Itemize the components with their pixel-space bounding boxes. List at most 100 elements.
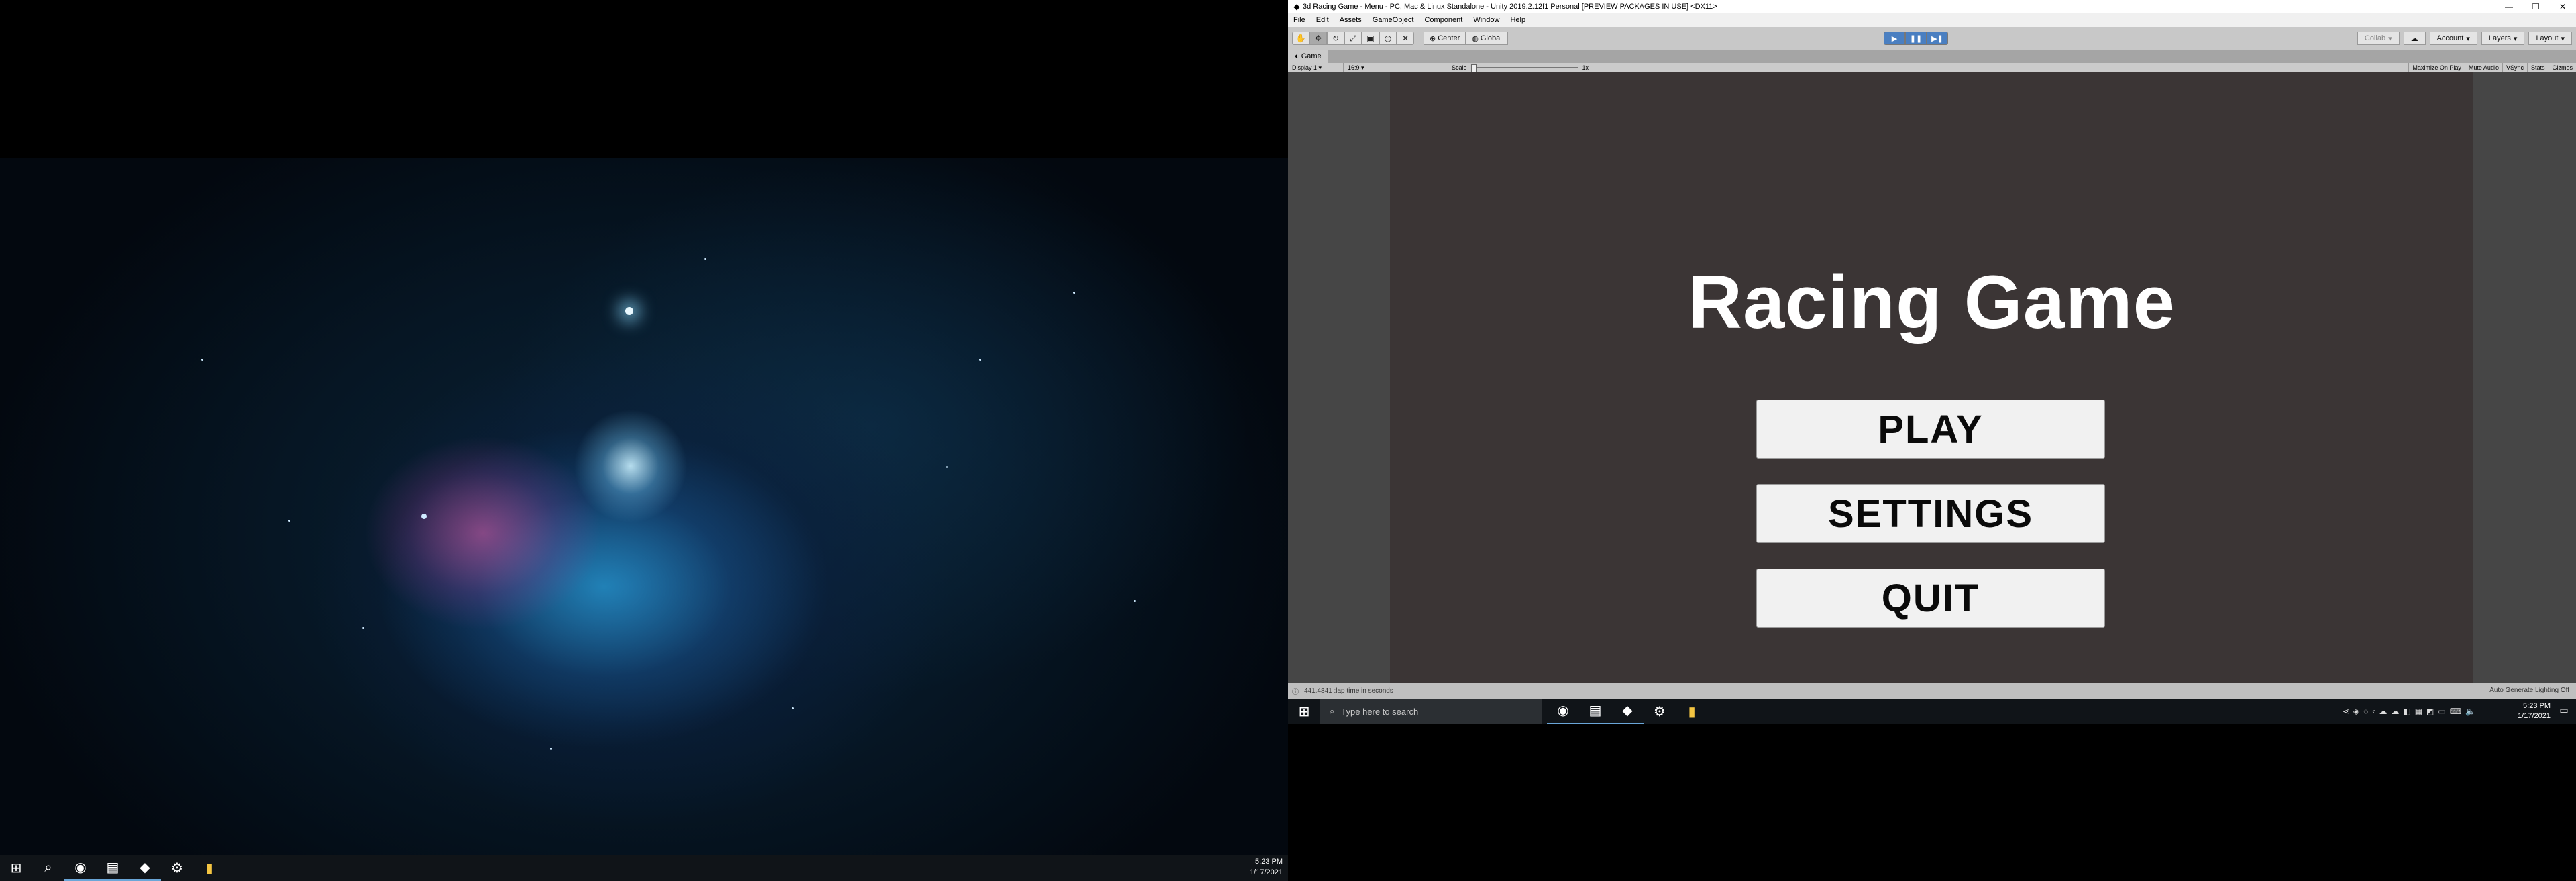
left-clock-time: 5:23 PM (1255, 858, 1283, 866)
tray-app-icon[interactable]: ◈ (2353, 707, 2359, 716)
space-toggle[interactable]: ◍ Global (1466, 32, 1508, 45)
chrome-icon[interactable]: ◉ (64, 855, 97, 881)
chrome-icon[interactable]: ◉ (1547, 699, 1579, 725)
chevron-down-icon: ▾ (2513, 34, 2518, 43)
menu-assets[interactable]: Assets (1334, 13, 1367, 27)
layout-label: Layout (2536, 34, 2559, 42)
collab-dropdown[interactable]: Collab ▾ (2357, 32, 2400, 45)
cloud-button[interactable]: ☁ (2403, 32, 2426, 45)
play-controls: ▶ ❚❚ ▶❚ (1884, 32, 1948, 45)
toggle-vsync[interactable]: VSync (2502, 63, 2527, 72)
right-taskbar-clock[interactable]: 5:23 PM 1/17/2021 (2518, 701, 2551, 721)
unity-icon[interactable]: ◆ (129, 855, 161, 881)
menu-file[interactable]: File (1288, 13, 1311, 27)
scale-slider[interactable] (1470, 64, 1578, 72)
onedrive-icon[interactable]: ☁ (2391, 707, 2399, 716)
game-view: Racing Game PLAY SETTINGS QUIT (1288, 72, 2576, 683)
status-bar: ⓘ 441.4841 :lap time in seconds Auto Gen… (1288, 683, 2576, 699)
close-icon[interactable]: ✕ (2549, 0, 2576, 13)
menu-component[interactable]: Component (1419, 13, 1468, 27)
game-title: Racing Game (1688, 260, 2176, 344)
system-tray: ⋖ ◈ ◌ ‹ ☁ ☁ ◧ ▦ ◩ ▭ ⌨ 🔈 (2343, 699, 2475, 724)
settings-gear-icon[interactable]: ⚙ (1644, 699, 1676, 725)
layout-dropdown[interactable]: Layout ▾ (2528, 32, 2572, 45)
network-icon[interactable]: ▭ (2438, 707, 2445, 716)
search-icon[interactable]: ⌕ (32, 855, 64, 881)
settings-gear-icon[interactable]: ⚙ (161, 855, 193, 881)
toolbar-right: Collab ▾ ☁ Account ▾ Layers ▾ Layout ▾ (2357, 32, 2572, 45)
tray-app-icon[interactable]: ◩ (2426, 707, 2434, 716)
rect-tool-icon[interactable]: ▣ (1362, 32, 1379, 45)
transform-tool-icon[interactable]: ◎ (1379, 32, 1397, 45)
game-controller-icon: ◐ (1295, 52, 1301, 60)
windows-start-icon[interactable]: ⊞ (0, 855, 32, 881)
search-placeholder: Type here to search (1341, 706, 1419, 717)
tab-game[interactable]: ◐ Game (1288, 50, 1328, 63)
step-icon[interactable]: ▶❚ (1927, 32, 1948, 45)
toggle-mute-audio[interactable]: Mute Audio (2464, 63, 2502, 72)
maximize-icon[interactable]: ❐ (2522, 0, 2549, 13)
display-dropdown[interactable]: Display 1 ▾ (1288, 63, 1344, 72)
toggle-maximize-on-play[interactable]: Maximize On Play (2408, 63, 2465, 72)
info-icon: ⓘ (1292, 688, 1299, 696)
display-label: Display 1 (1292, 64, 1318, 71)
minimize-icon[interactable]: — (2496, 0, 2522, 13)
cloud-icon: ☁ (2410, 34, 2418, 43)
scale-label: Scale (1452, 64, 1467, 71)
window-title: 3d Racing Game - Menu - PC, Mac & Linux … (1303, 3, 1717, 11)
chevron-down-icon: ▾ (2561, 34, 2565, 43)
move-tool-icon[interactable]: ✥ (1309, 32, 1327, 45)
layers-dropdown[interactable]: Layers ▾ (2481, 32, 2525, 45)
left-taskbar-clock[interactable]: 5:23 PM 1/17/2021 (1250, 856, 1283, 878)
game-view-toolbar: Display 1 ▾ 16:9 ▾ Scale 1x Maximize On … (1288, 63, 2576, 72)
chevron-down-icon: ▾ (2466, 34, 2470, 43)
file-explorer-icon[interactable]: ▤ (97, 855, 129, 881)
custom-tool-icon[interactable]: ✕ (1397, 32, 1414, 45)
share-icon[interactable]: ⋖ (2343, 707, 2349, 716)
notification-icon[interactable]: ▭ (2557, 705, 2571, 718)
menu-window[interactable]: Window (1468, 13, 1505, 27)
rotate-tool-icon[interactable]: ↻ (1327, 32, 1344, 45)
scale-slider-handle[interactable] (1470, 64, 1477, 72)
volume-icon[interactable]: 🔈 (2465, 707, 2475, 716)
collab-label: Collab (2364, 34, 2386, 42)
taskbar-search-box[interactable]: ⌕ Type here to search (1320, 699, 1542, 724)
chevron-left-icon[interactable]: ‹ (2372, 707, 2375, 716)
menu-gameobject[interactable]: GameObject (1367, 13, 1419, 27)
pivot-toggle[interactable]: ⊕ Center (1424, 32, 1466, 45)
aspect-dropdown[interactable]: 16:9 ▾ (1344, 63, 1446, 72)
hand-tool-icon[interactable]: ✋ (1292, 32, 1309, 45)
sticky-notes-icon[interactable]: ▮ (193, 855, 225, 881)
menu-edit[interactable]: Edit (1311, 13, 1334, 27)
toggle-stats[interactable]: Stats (2526, 63, 2548, 72)
space-label: Global (1480, 34, 1502, 42)
pivot-label: Center (1438, 34, 1460, 42)
windows-start-icon[interactable]: ⊞ (1288, 699, 1320, 725)
quit-button[interactable]: QUIT (1756, 569, 2105, 628)
window-titlebar[interactable]: ◆ 3d Racing Game - Menu - PC, Mac & Linu… (1288, 0, 2576, 13)
keyboard-icon[interactable]: ⌨ (2450, 707, 2461, 716)
right-clock-date: 1/17/2021 (2518, 712, 2551, 720)
sticky-notes-icon[interactable]: ▮ (1676, 699, 1708, 725)
settings-button[interactable]: SETTINGS (1756, 484, 2105, 543)
play-button[interactable]: PLAY (1756, 400, 2105, 459)
console-message[interactable]: 441.4841 :lap time in seconds (1304, 687, 1393, 695)
account-dropdown[interactable]: Account ▾ (2429, 32, 2477, 45)
pause-icon[interactable]: ❚❚ (1905, 32, 1927, 45)
play-icon[interactable]: ▶ (1884, 32, 1905, 45)
account-label: Account (2436, 34, 2464, 42)
unity-logo-icon: ◆ (1293, 2, 1300, 11)
game-screen[interactable]: Racing Game PLAY SETTINGS QUIT (1390, 72, 2473, 683)
tray-app-icon[interactable]: ◌ (2363, 707, 2368, 716)
right-taskbar: ⊞ ⌕ Type here to search ◉ ▤ ◆ ⚙ ▮ ⋖ ◈ ◌ … (1288, 699, 2576, 725)
pivot-icon: ⊕ (1430, 34, 1436, 43)
file-explorer-icon[interactable]: ▤ (1579, 699, 1611, 725)
left-clock-date: 1/17/2021 (1250, 868, 1283, 876)
unity-icon[interactable]: ◆ (1611, 699, 1644, 725)
tray-app-icon[interactable]: ▦ (2415, 707, 2422, 716)
tray-app-icon[interactable]: ◧ (2403, 707, 2410, 716)
menu-help[interactable]: Help (1505, 13, 1531, 27)
cloud-icon[interactable]: ☁ (2379, 707, 2387, 716)
scale-tool-icon[interactable]: ⤢ (1344, 32, 1362, 45)
toggle-gizmos[interactable]: Gizmos (2548, 63, 2576, 72)
